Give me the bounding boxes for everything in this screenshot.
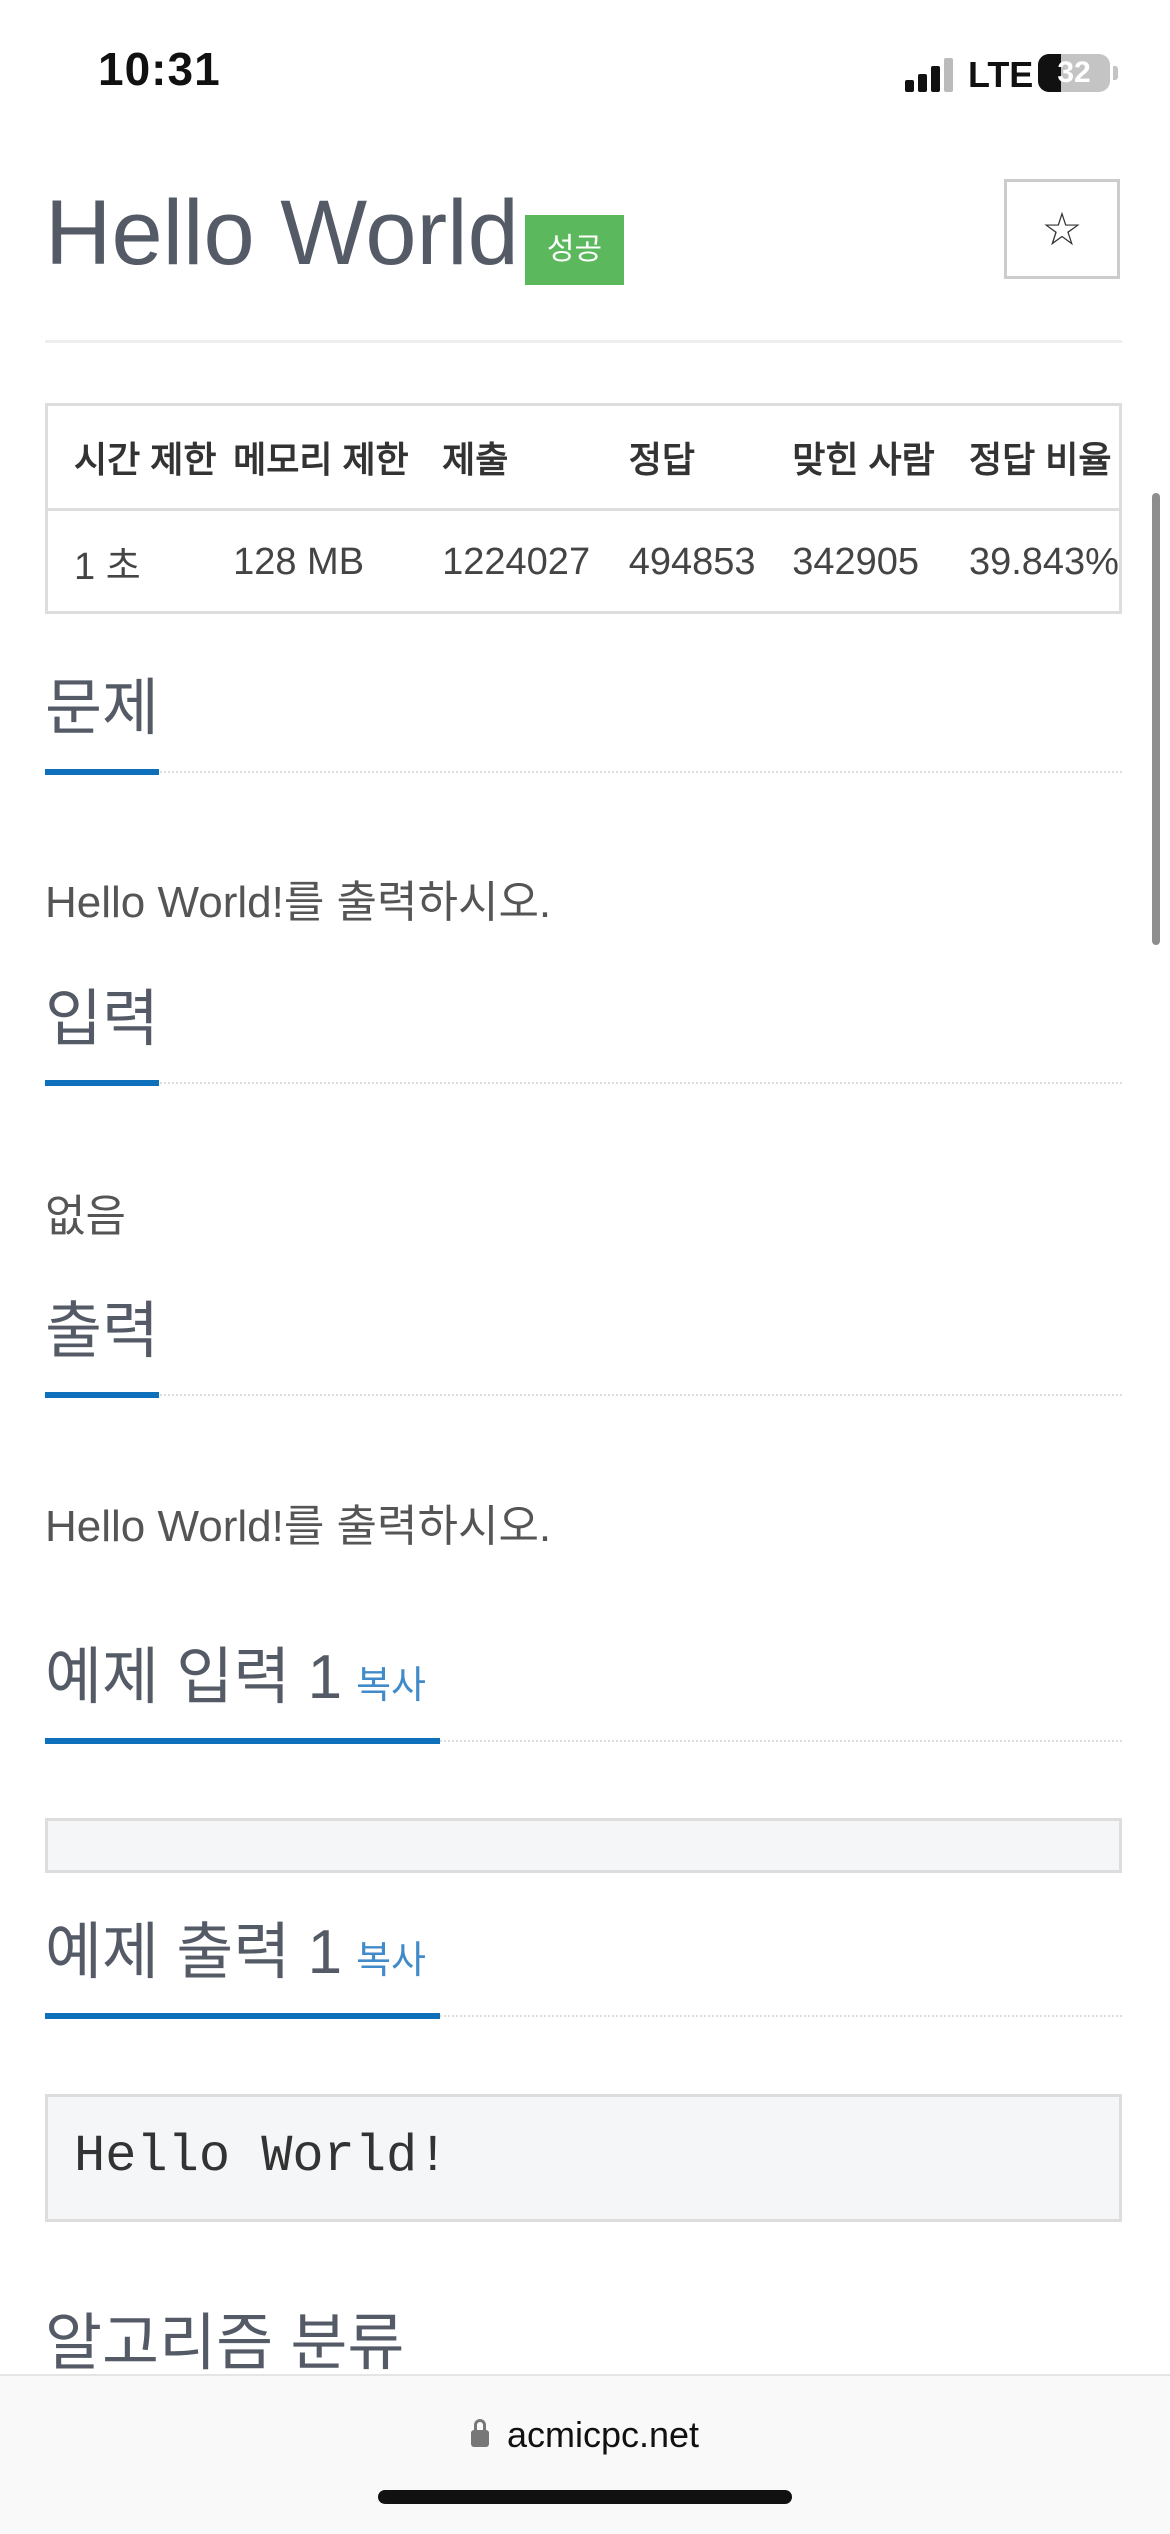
sample-output-title: 예제 출력 1 — [45, 1918, 343, 1987]
sample-output-box[interactable]: Hello World! — [45, 2094, 1122, 2222]
heading-underline — [45, 1392, 159, 1398]
table-row: 1 초 128 MB 1224027 494853 342905 39.843% — [48, 510, 1119, 612]
heading-underline — [45, 1080, 159, 1086]
section-description-heading: 문제 — [45, 673, 1122, 775]
cell-submissions: 1224027 — [442, 541, 591, 583]
heading-underline — [45, 1738, 440, 1744]
browser-address-bar[interactable]: acmicpc.net — [0, 2374, 1170, 2534]
cell-solved-users: 342905 — [792, 541, 920, 583]
signal-icon — [905, 58, 957, 92]
table-header-row: 시간 제한 메모리 제한 제출 정답 맞힌 사람 정답 비율 — [48, 406, 1119, 511]
header-submissions: 제출 — [442, 406, 629, 511]
status-badge: 성공 — [525, 215, 624, 285]
sample-output-content: Hello World! — [74, 2127, 449, 2186]
copy-sample-output-link[interactable]: 복사 — [356, 1940, 426, 1982]
heading-underline — [45, 769, 159, 775]
section-title: 문제 — [45, 674, 160, 743]
section-algorithm-heading: 알고리즘 분류 — [45, 2309, 405, 2378]
favorite-button[interactable]: ☆ — [1004, 179, 1120, 279]
section-title: 예제 입력 1 복사 — [45, 1626, 426, 1716]
input-description: 없음 — [45, 1192, 126, 1241]
cell-memory-limit: 128 MB — [233, 541, 365, 583]
cell-accept-ratio: 39.843% — [968, 541, 1119, 583]
scrollbar[interactable] — [1152, 493, 1160, 945]
heading-divider — [45, 771, 1122, 773]
header-solved-users: 맞힌 사람 — [792, 406, 969, 511]
section-title: 입력 — [45, 985, 160, 1054]
section-title: 예제 출력 1 복사 — [45, 1901, 426, 1991]
url-text: acmicpc.net — [506, 2414, 700, 2455]
cell-time-limit: 1 초 — [74, 546, 141, 588]
status-time: 10:31 — [98, 43, 221, 95]
heading-divider — [45, 1082, 1122, 1084]
section-input-heading: 입력 — [45, 984, 1122, 1086]
section-output-heading: 출력 — [45, 1296, 1122, 1398]
title-divider — [45, 340, 1122, 343]
header-accept-ratio: 정답 비율 — [968, 406, 1119, 511]
output-description: Hello World!를 출력하시오. — [45, 1502, 552, 1551]
battery-level: 32 — [1057, 56, 1091, 89]
sample-input-title: 예제 입력 1 — [45, 1643, 343, 1712]
heading-divider — [45, 1394, 1122, 1396]
problem-info-table[interactable]: 시간 제한 메모리 제한 제출 정답 맞힌 사람 정답 비율 1 초 128 M… — [45, 403, 1122, 614]
header-time-limit: 시간 제한 — [48, 406, 234, 511]
status-bar: 10:31 LTE 32 — [0, 0, 1170, 140]
section-title: 출력 — [45, 1297, 160, 1366]
section-sample-input-heading: 예제 입력 1 복사 — [45, 1642, 1122, 1744]
network-type: LTE — [968, 54, 1034, 95]
battery-icon: 32 — [1038, 54, 1110, 92]
header-accepted: 정답 — [628, 406, 793, 511]
copy-sample-input-link[interactable]: 복사 — [356, 1665, 426, 1707]
heading-underline — [45, 2013, 440, 2019]
section-sample-output-heading: 예제 출력 1 복사 — [45, 1917, 1122, 2019]
cell-accepted: 494853 — [628, 541, 756, 583]
sample-input-box[interactable] — [45, 1818, 1122, 1873]
home-indicator[interactable] — [378, 2490, 792, 2504]
lock-icon — [470, 2419, 489, 2449]
battery-tip — [1113, 66, 1118, 80]
url-row[interactable]: acmicpc.net — [0, 2414, 1170, 2456]
star-icon: ☆ — [1041, 203, 1083, 255]
problem-description: Hello World!를 출력하시오. — [45, 878, 552, 927]
page-title: Hello World — [45, 182, 519, 284]
header-memory-limit: 메모리 제한 — [233, 406, 443, 511]
